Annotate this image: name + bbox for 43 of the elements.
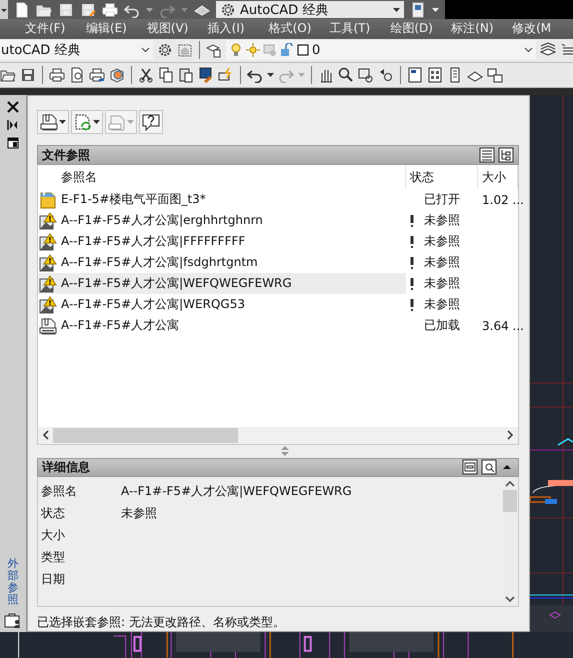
reference-row[interactable]: A--F1#-F5#人才公寓|erghhrtghnrn xyxy=(38,210,406,232)
layer-dropdown[interactable]: 0 xyxy=(226,40,536,60)
status-text: 未参照 xyxy=(424,254,460,272)
column-header[interactable]: 大小 xyxy=(478,165,518,190)
reference-row[interactable]: A--F1#-F5#人才公寓|fsdghrtgntm xyxy=(38,252,406,274)
detail-label: 状态 xyxy=(41,504,66,522)
menu-item[interactable]: 修改(M xyxy=(512,20,573,38)
menu-item[interactable]: 编辑(E) xyxy=(86,20,147,38)
palette-title: 外部参照 xyxy=(8,558,18,606)
menu-item[interactable]: 工具(T) xyxy=(329,20,390,38)
menu-item[interactable]: 插入(I) xyxy=(208,20,269,38)
reference-row[interactable]: A--F1#-F5#人才公寓 xyxy=(38,315,406,336)
section-title: 文件参照 xyxy=(42,146,91,164)
layer-name: 0 xyxy=(312,42,320,58)
size-text: 1.02 ... xyxy=(481,192,524,207)
menu-item[interactable]: 文件(F) xyxy=(25,20,86,38)
column-header[interactable]: 状态 xyxy=(406,165,478,190)
reference-row[interactable]: A--F1#-F5#人才公寓|FFFFFFFFF xyxy=(38,231,406,252)
status-message: 已选择嵌套参照: 无法更改路径、名称或类型。 xyxy=(37,614,286,632)
detail-label: 参照名 xyxy=(41,482,78,500)
status-text: 未参照 xyxy=(424,233,460,250)
status-text: 已打开 xyxy=(424,191,460,208)
detail-label: 类型 xyxy=(41,548,66,566)
reference-row[interactable]: A--F1#-F5#人才公寓|WEFQWEGFEWRG xyxy=(38,273,406,294)
detail-label: 日期 xyxy=(41,570,66,588)
workspace-dropdown[interactable]: AutoCAD 经典 xyxy=(216,1,404,18)
detail-label: 大小 xyxy=(41,526,66,544)
menu-item[interactable]: 视图(V) xyxy=(146,20,208,38)
menu-item[interactable]: 绘图(D) xyxy=(390,20,452,38)
detail-value: A--F1#-F5#人才公寓|WEFQWEGFEWRG xyxy=(121,482,353,500)
status-text: 未参照 xyxy=(424,296,460,314)
detail-value: 未参照 xyxy=(121,504,158,522)
reference-row[interactable]: A--F1#-F5#人才公寓|WERQG53 xyxy=(38,294,406,316)
menu-item[interactable]: 标注(N) xyxy=(451,20,512,38)
status-text: 已加载 xyxy=(424,317,460,334)
size-text: 3.64 ... xyxy=(481,318,524,333)
workspace-dropdown[interactable]: utoCAD 经典 xyxy=(0,40,153,60)
reference-row[interactable]: E-F1-5#楼电气平面图_t3* xyxy=(38,189,406,210)
column-header[interactable]: 参照名 xyxy=(38,165,406,190)
menu-item[interactable]: 格式(O) xyxy=(268,20,330,38)
status-text: 未参照 xyxy=(424,212,460,230)
section-title: 详细信息 xyxy=(42,458,91,476)
status-text: 未参照 xyxy=(424,275,460,292)
